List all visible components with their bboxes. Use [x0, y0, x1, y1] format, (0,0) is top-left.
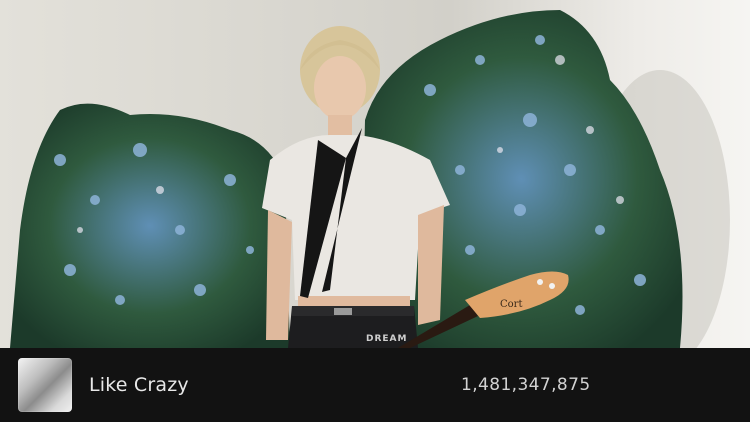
track-info-bar[interactable]: Like Crazy 1,481,347,875 [0, 348, 750, 422]
guitar-brand-text: Cort [500, 299, 522, 310]
artist-photo-art: Cort DREAM [10, 10, 730, 348]
play-count: 1,481,347,875 [461, 375, 591, 395]
shirt-print-text: DREAM [366, 334, 407, 344]
track-title[interactable]: Like Crazy [89, 374, 429, 396]
artist-photo: Cort DREAM [0, 0, 750, 348]
track-card: Cort DREAM Like Crazy 1,481,347,875 [0, 0, 750, 422]
album-art-thumbnail[interactable] [18, 358, 72, 412]
